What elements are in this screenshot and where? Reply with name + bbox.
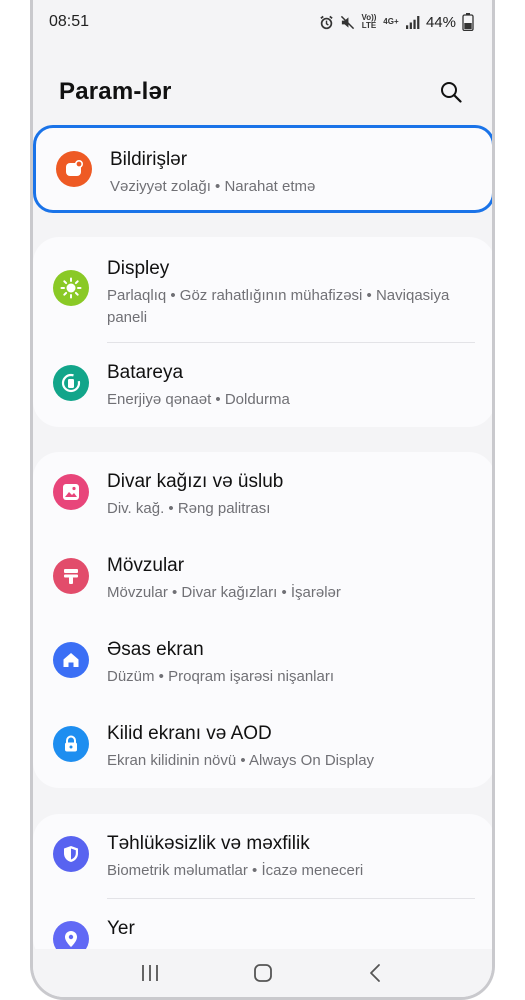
shield-icon — [53, 836, 89, 872]
settings-item-title: Kilid ekranı və AOD — [107, 723, 272, 744]
card-notifications: Bildirişlər Vəziyyət zolağı • Narahat et… — [33, 125, 492, 213]
settings-item-subtitle: Vəziyyət zolağı • Narahat etmə — [110, 178, 316, 195]
settings-item-subtitle: Mövzular • Divar kağızları • İşarələr — [107, 584, 341, 601]
recents-button[interactable] — [130, 953, 170, 993]
page-title: Param-lər — [59, 78, 172, 105]
home-screen-icon — [53, 642, 89, 678]
settings-item-title: Təhlükəsizlik və məxfilik — [107, 833, 310, 854]
notifications-icon — [56, 151, 92, 187]
settings-item-subtitle: Div. kağ. • Rəng palitrası — [107, 500, 271, 517]
settings-item-title: Mövzular — [107, 555, 185, 576]
back-icon — [369, 964, 380, 982]
settings-item-title: Yer — [107, 918, 135, 939]
home-button[interactable] — [243, 953, 283, 993]
settings-item-notifications[interactable]: Bildirişlər Vəziyyət zolağı • Narahat et… — [36, 128, 492, 210]
battery-status-icon — [462, 13, 474, 31]
status-bar: 08:51 Vo)) LTE 4G+ 44% — [33, 0, 492, 44]
settings-item-themes[interactable]: Mövzular Mövzular • Divar kağızları • İş… — [33, 536, 492, 620]
settings-item-title: Batareya — [107, 362, 184, 383]
app-header: Param-lər — [33, 70, 492, 114]
settings-item-subtitle: Ekran kilidinin növü • Always On Display — [107, 752, 375, 769]
settings-item-title: Əsas ekran — [107, 639, 204, 660]
4g-icon: 4G+ — [383, 17, 399, 26]
card-personalization: Divar kağızı və üslub Div. kağ. • Rəng p… — [33, 452, 492, 788]
search-icon — [441, 82, 462, 103]
navigation-bar — [33, 949, 492, 997]
status-icons: Vo)) LTE 4G+ 44% — [319, 13, 474, 31]
alarm-icon — [319, 15, 334, 30]
back-button[interactable] — [356, 953, 396, 993]
settings-item-title: Divar kağızı və üslub — [107, 471, 284, 492]
card-security: Təhlükəsizlik və məxfilik Biometrik məlu… — [33, 814, 492, 964]
mute-icon — [340, 15, 355, 30]
settings-item-title: Bildirişlər — [110, 149, 188, 170]
settings-item-wallpaper[interactable]: Divar kağızı və üslub Div. kağ. • Rəng p… — [33, 452, 492, 536]
status-time: 08:51 — [49, 13, 90, 30]
signal-icon — [405, 15, 420, 29]
wallpaper-icon — [53, 474, 89, 510]
themes-icon — [53, 558, 89, 594]
settings-item-lock-screen[interactable]: Kilid ekranı və AOD Ekran kilidinin növü… — [33, 704, 492, 788]
recents-icon — [141, 965, 158, 981]
settings-item-security[interactable]: Təhlükəsizlik və məxfilik Biometrik məlu… — [33, 814, 492, 898]
battery-icon — [53, 365, 89, 401]
settings-item-battery[interactable]: Batareya Enerjiyə qənaət • Doldurma — [33, 343, 492, 427]
volte-icon: Vo)) LTE — [361, 13, 377, 30]
settings-item-subtitle: Düzüm • Proqram işarəsi nişanları — [107, 668, 334, 685]
settings-item-home-screen[interactable]: Əsas ekran Düzüm • Proqram işarəsi nişan… — [33, 620, 492, 704]
settings-item-subtitle: Parlaqlıq • Göz rahatlığının mühafizəsi … — [107, 287, 450, 326]
settings-item-subtitle: Enerjiyə qənaət • Doldurma — [107, 391, 290, 408]
search-button[interactable] — [436, 77, 466, 107]
display-icon — [53, 270, 89, 306]
battery-percent: 44% — [425, 13, 456, 31]
phone-screen: 08:51 Vo)) LTE 4G+ 44% Param-lər Bildiri… — [30, 0, 495, 1000]
home-icon — [253, 964, 272, 982]
settings-item-title: Displey — [107, 258, 170, 279]
card-display-battery: Displey Parlaqlıq • Göz rahatlığının müh… — [33, 237, 492, 427]
settings-item-display[interactable]: Displey Parlaqlıq • Göz rahatlığının müh… — [33, 237, 492, 342]
settings-item-subtitle: Biometrik məlumatlar • İcazə meneceri — [107, 862, 364, 879]
lock-screen-icon — [53, 726, 89, 762]
